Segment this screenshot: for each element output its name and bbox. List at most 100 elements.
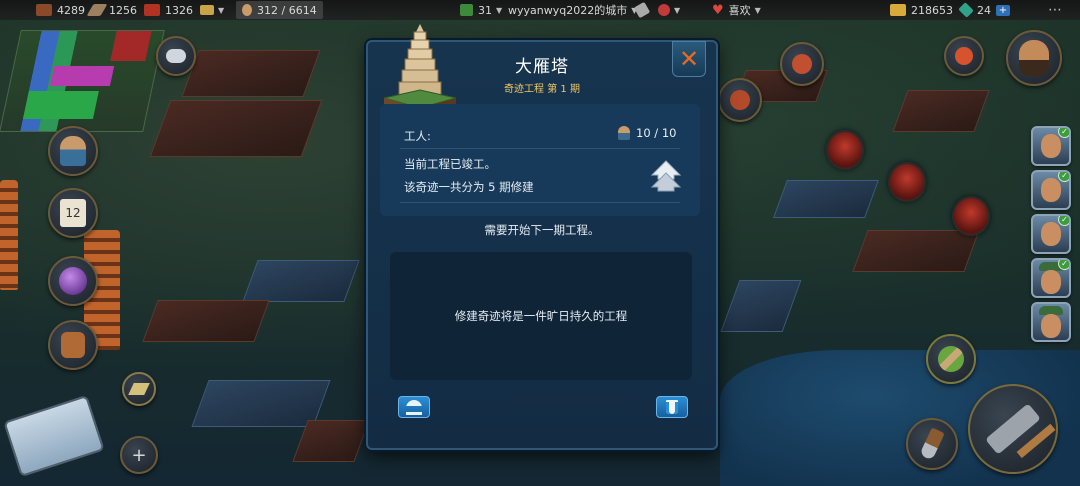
- shovel-button[interactable]: [906, 418, 958, 470]
- trash-icon: [666, 400, 678, 414]
- advisors-button[interactable]: [48, 126, 98, 176]
- minimap-zone: [110, 31, 152, 61]
- gold-resource[interactable]: 218653: [890, 0, 953, 20]
- worker-face-icon: [1041, 314, 1061, 338]
- building: [773, 180, 879, 218]
- calendar-button[interactable]: 12: [48, 188, 98, 238]
- add-gems-button[interactable]: +: [996, 4, 1010, 16]
- wonder-info-button[interactable]: [398, 396, 430, 418]
- wonder-description-box: 修建奇迹将是一件旷日持久的工程: [390, 252, 692, 380]
- city-level[interactable]: 31 ▼: [460, 0, 502, 20]
- speech-bubble-icon: [166, 49, 186, 63]
- pagoda-building: [0, 180, 18, 290]
- city-level-value: 31: [478, 3, 492, 17]
- blueprint-scroll-icon: [3, 394, 105, 478]
- wonder-dialog: 大雁塔 奇迹工程 第 1 期 ✕ 工人: 10 / 10 当前工程已竣工。 该奇…: [366, 24, 718, 450]
- citizens-counter[interactable]: 312 / 6614: [236, 1, 323, 19]
- hero-portrait-button[interactable]: [1006, 30, 1062, 86]
- worker-portrait[interactable]: ✓: [1031, 258, 1071, 298]
- tree-building-button[interactable]: [718, 78, 762, 122]
- resource-bar: 4289 1256 1326 ▼ 312 / 6614 31 ▼ wyyanwy…: [0, 0, 1080, 20]
- worker-face-icon: [1041, 222, 1061, 246]
- flower-dropdown[interactable]: ▼: [658, 0, 680, 20]
- workers-value: 10 / 10: [636, 126, 677, 140]
- flower-shop-button[interactable]: [944, 36, 984, 76]
- brick-icon: [144, 4, 160, 16]
- building-upgrade-icon: [406, 399, 422, 415]
- citizens-count: 312 / 6614: [257, 3, 317, 17]
- wonder-phase-subtitle: 奇迹工程 第 1 期: [504, 84, 580, 95]
- upgrade-arrow-icon: [650, 160, 682, 192]
- shovel-icon: [919, 427, 945, 461]
- building: [149, 100, 323, 157]
- divider: [400, 202, 680, 203]
- demolish-button[interactable]: [656, 396, 688, 418]
- brick-resource[interactable]: 1326: [144, 0, 193, 20]
- enemy-warrior-marker[interactable]: [952, 196, 990, 236]
- minimap-zone: [22, 91, 99, 119]
- feather-button[interactable]: [633, 0, 651, 20]
- building: [852, 230, 980, 272]
- tree-icon: [730, 90, 750, 110]
- worker-portrait[interactable]: [1031, 302, 1071, 342]
- enemy-warrior-marker[interactable]: [826, 130, 864, 170]
- minimap[interactable]: [0, 30, 165, 132]
- worker-icon: [618, 126, 630, 140]
- check-icon: ✓: [1058, 260, 1069, 270]
- check-icon: ✓: [1058, 172, 1069, 182]
- gems-resource[interactable]: 24 +: [958, 0, 1010, 20]
- gold-count: 218653: [911, 3, 953, 17]
- calendar-icon: 12: [60, 199, 86, 227]
- chevron-down-icon: ▼: [754, 5, 761, 15]
- building: [242, 260, 360, 302]
- worker-portrait[interactable]: ✓: [1031, 214, 1071, 254]
- city-name: wyyanwyq2022的城市: [508, 4, 628, 17]
- chevron-down-icon: ▼: [496, 5, 503, 15]
- mood-value: 喜欢: [728, 4, 751, 17]
- backpack-button[interactable]: [48, 320, 98, 370]
- feather-icon: [633, 1, 651, 19]
- build-hammer-button[interactable]: [968, 384, 1058, 474]
- gold-coins-icon: [890, 4, 906, 16]
- build-menu-button[interactable]: [122, 372, 156, 406]
- tree-building-button[interactable]: [780, 42, 824, 86]
- workers-counter: 10 / 10: [618, 126, 676, 140]
- magic-orb-button[interactable]: [48, 256, 98, 306]
- wood-icon: [86, 4, 108, 16]
- worker-face-icon: [1041, 134, 1061, 158]
- chat-button[interactable]: [156, 36, 196, 76]
- road-icon: [938, 346, 964, 372]
- more-icon: ⋯: [1048, 2, 1062, 18]
- worker-portrait[interactable]: ✓: [1031, 170, 1071, 210]
- gems-count: 24: [977, 3, 991, 17]
- project-info-box: 工人: 10 / 10 当前工程已竣工。 该奇迹一共分为 5 期修建: [380, 104, 700, 216]
- citizen-icon: [242, 4, 252, 16]
- people-icon: [60, 136, 86, 166]
- status-line-completed: 当前工程已竣工。: [404, 157, 496, 171]
- blueprint-button[interactable]: [3, 386, 105, 486]
- gold-bars-icon: [200, 5, 214, 15]
- tree-icon: [792, 54, 812, 74]
- food-icon: [36, 4, 52, 16]
- storage-dropdown[interactable]: ▼: [200, 0, 224, 20]
- close-button[interactable]: ✕: [672, 41, 706, 77]
- enemy-warrior-marker[interactable]: [888, 162, 926, 202]
- chevron-down-icon: ▼: [218, 5, 225, 15]
- food-resource[interactable]: 4289: [36, 0, 85, 20]
- plus-icon: +: [131, 444, 147, 466]
- worker-face-icon: [1041, 270, 1061, 294]
- flower-icon: [955, 47, 973, 65]
- mood-dropdown[interactable]: ♥ 喜欢 ▼: [712, 0, 761, 20]
- add-button[interactable]: +: [120, 436, 158, 474]
- city-name-dropdown[interactable]: wyyanwyq2022的城市 ▼: [508, 0, 637, 20]
- more-menu-button[interactable]: ⋯: [1048, 0, 1062, 20]
- workers-label: 工人:: [404, 129, 431, 143]
- worker-portrait[interactable]: ✓: [1031, 126, 1071, 166]
- food-count: 4289: [57, 3, 85, 17]
- chevron-down-icon: ▼: [674, 5, 681, 15]
- wood-resource[interactable]: 1256: [86, 0, 137, 20]
- road-button[interactable]: [926, 334, 976, 384]
- wonder-title: 大雁塔: [515, 57, 569, 77]
- layers-icon: [128, 383, 150, 395]
- wonder-description: 修建奇迹将是一件旷日持久的工程: [454, 309, 628, 323]
